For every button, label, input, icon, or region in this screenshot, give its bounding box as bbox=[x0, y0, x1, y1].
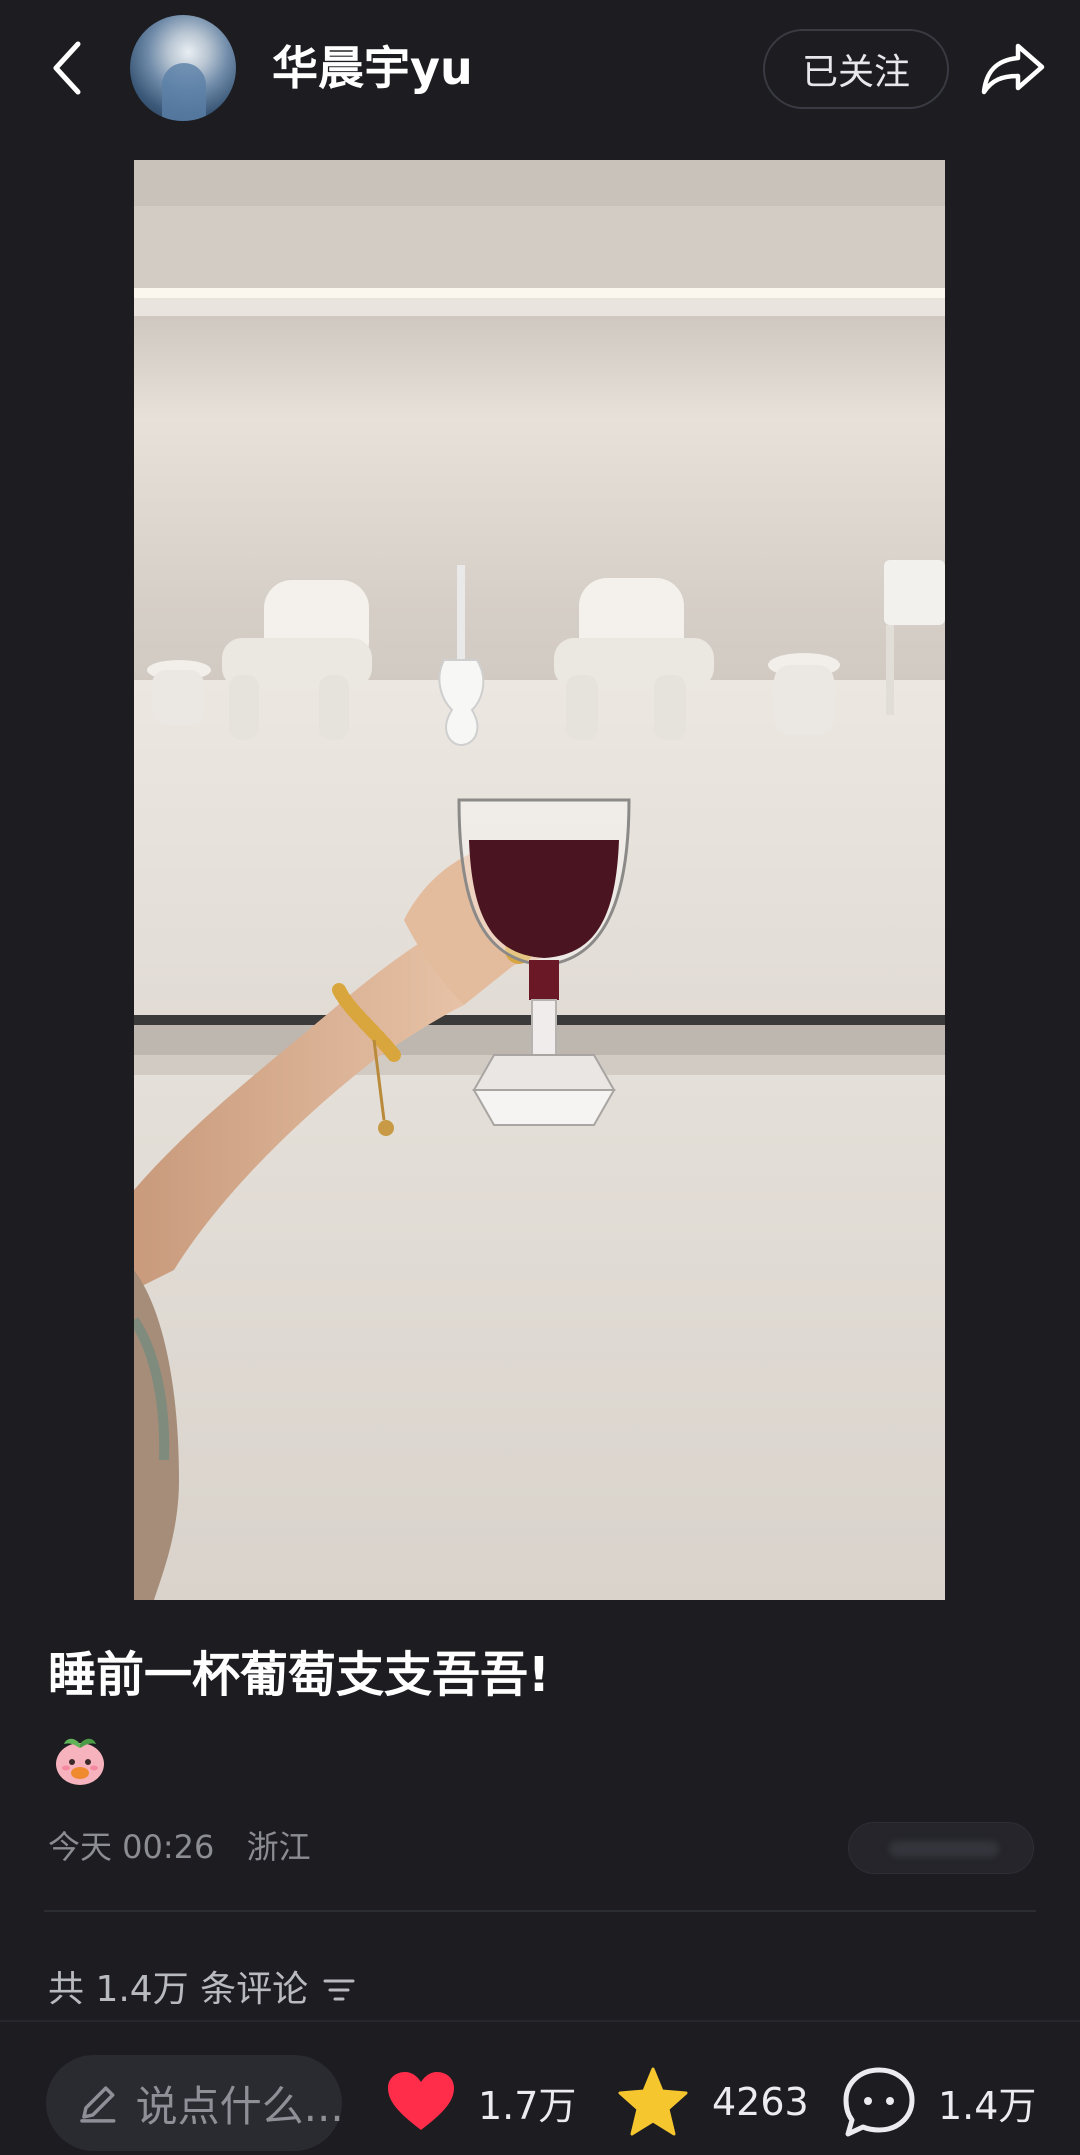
post-meta: 今天 00:26 浙江 bbox=[48, 1822, 333, 1872]
star-icon bbox=[618, 2067, 688, 2136]
comment-count: 1.4万 bbox=[938, 2083, 1037, 2128]
comment-bubble-icon bbox=[843, 2067, 915, 2137]
comment-button[interactable]: 1.4万 bbox=[842, 2052, 1036, 2152]
sort-icon[interactable] bbox=[322, 1975, 356, 2005]
chevron-left-icon bbox=[53, 41, 81, 95]
blurred-tag[interactable] bbox=[848, 1822, 1034, 1874]
back-button[interactable] bbox=[40, 36, 92, 100]
peach-emoji-icon bbox=[52, 1732, 108, 1788]
comment-input[interactable]: 说点什么... bbox=[46, 2055, 342, 2151]
post-image-illustration bbox=[134, 160, 945, 1600]
comment-input-placeholder: 说点什么... bbox=[135, 2081, 342, 2131]
comments-header: 共 1.4万 条评论 bbox=[48, 1962, 356, 2018]
divider bbox=[44, 1910, 1036, 1912]
like-button[interactable]: 1.7万 bbox=[386, 2052, 576, 2152]
bottom-action-bar: 说点什么... 1.7万 4263 1.4万 bbox=[0, 2020, 1080, 2155]
share-button[interactable] bbox=[978, 36, 1048, 100]
post-date: 今天 00:26 bbox=[48, 1828, 215, 1866]
follow-button[interactable]: 已关注 bbox=[763, 29, 949, 109]
favorite-count: 4263 bbox=[712, 2080, 809, 2124]
header: 华晨宇yu 已关注 bbox=[0, 0, 1080, 140]
avatar[interactable] bbox=[130, 15, 236, 121]
comments-summary: 共 1.4万 条评论 bbox=[48, 1969, 309, 2010]
pencil-icon bbox=[80, 2086, 116, 2123]
like-count: 1.7万 bbox=[478, 2083, 577, 2128]
post-image[interactable] bbox=[134, 160, 945, 1600]
post-title: 睡前一杯葡萄支支吾吾! bbox=[48, 1647, 550, 1703]
favorite-button[interactable]: 4263 bbox=[616, 2052, 809, 2152]
post-location: 浙江 bbox=[246, 1828, 311, 1866]
post-detail-page: 华晨宇yu 已关注 睡前一杯葡萄支支吾吾! 今天 00:26 浙江 共 1.4万… bbox=[0, 0, 1080, 2155]
heart-icon bbox=[388, 2072, 454, 2130]
share-arrow-icon bbox=[981, 43, 1045, 95]
username[interactable]: 华晨宇yu bbox=[272, 36, 473, 100]
